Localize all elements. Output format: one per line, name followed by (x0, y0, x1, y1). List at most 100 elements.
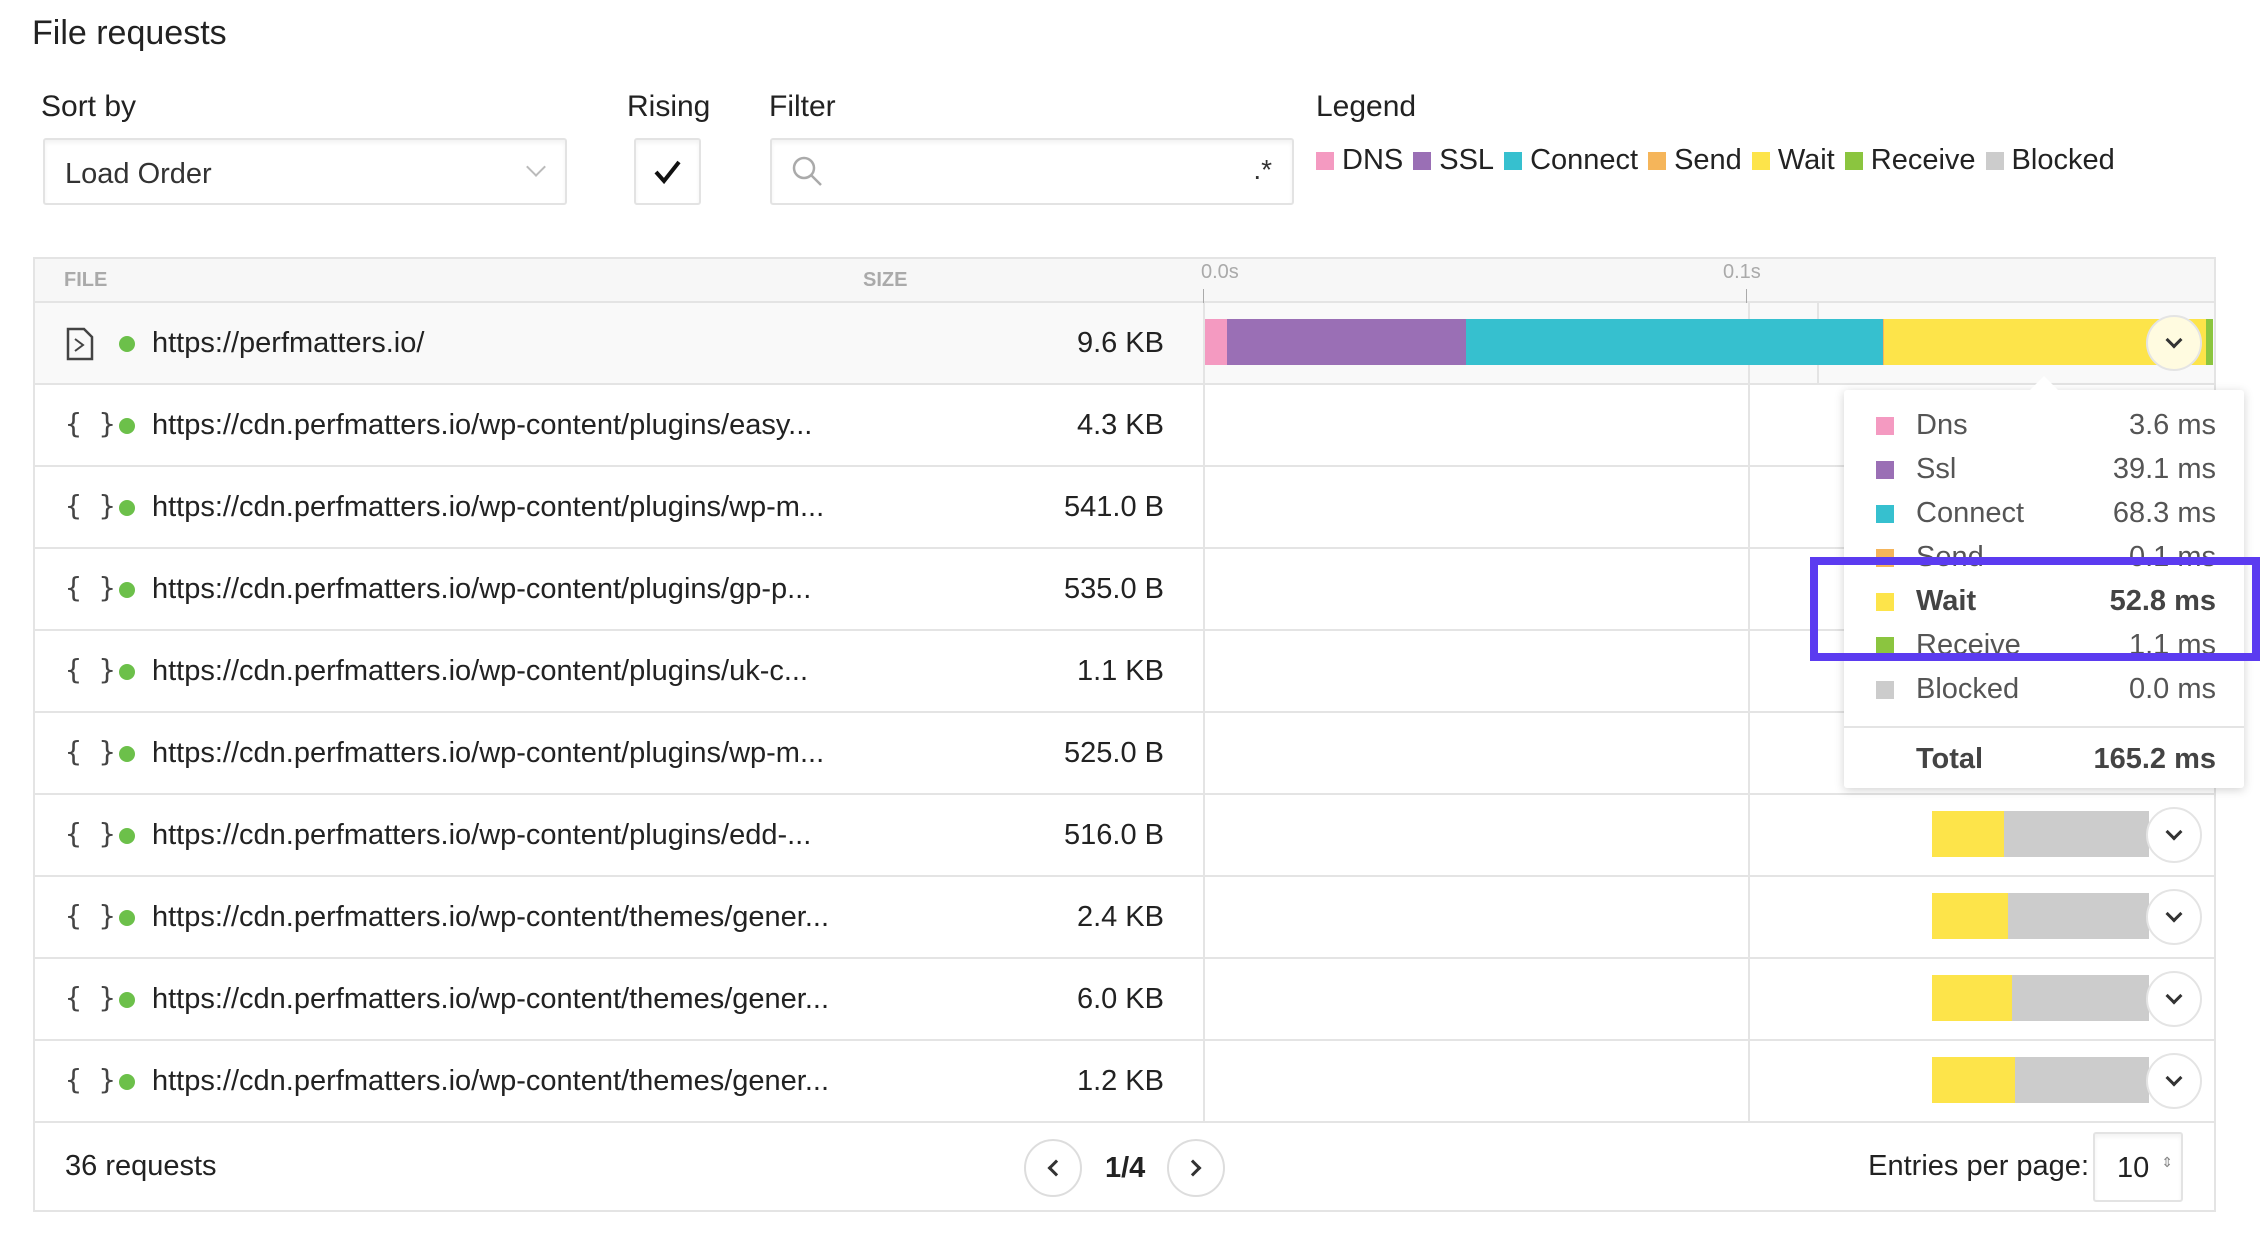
bar-segment-dns (1205, 319, 1227, 365)
rising-label: Rising (627, 90, 711, 123)
legend-label: Wait (1777, 144, 1835, 176)
status-dot (119, 1074, 135, 1090)
legend-item: DNS (1316, 144, 1403, 177)
prev-page-button[interactable] (1024, 1139, 1082, 1197)
timeline-cell (1203, 1041, 2216, 1121)
bar-segment-connect (1465, 319, 1884, 365)
entries-value: 10 (2117, 1152, 2150, 1184)
status-dot (119, 336, 135, 352)
filter-label: Filter (769, 90, 836, 123)
bar-segment-blocked (2011, 975, 2149, 1021)
file-size: 6.0 KB (1076, 983, 1164, 1015)
timing-bar[interactable] (1932, 1057, 2149, 1103)
entries-per-page-label: Entries per page: (1868, 1150, 2089, 1182)
file-url[interactable]: https://perfmatters.io/ (152, 327, 424, 360)
sort-by-value: Load Order (65, 158, 212, 190)
bar-segment-ssl (1226, 319, 1466, 365)
legend-item: Receive (1844, 144, 1976, 177)
expand-button[interactable] (2146, 315, 2202, 371)
column-size[interactable]: SIZE (863, 269, 907, 292)
timing-label: Dns (1916, 409, 1968, 441)
file-url[interactable]: https://cdn.perfmatters.io/wp-content/th… (152, 983, 829, 1016)
timeline-cell (1203, 303, 2216, 383)
checkmark-icon (654, 160, 681, 185)
chevron-down-icon (2165, 823, 2183, 841)
table-row[interactable]: { } https://cdn.perfmatters.io/wp-conten… (35, 877, 2214, 959)
entries-per-page-input[interactable]: 10 ⇕ (2093, 1132, 2183, 1202)
bar-segment-wait (1932, 893, 2009, 939)
file-size: 1.1 KB (1076, 655, 1164, 687)
file-url[interactable]: https://cdn.perfmatters.io/wp-content/pl… (152, 819, 811, 852)
timeline-cell (1203, 795, 2216, 875)
sort-by-label: Sort by (41, 90, 137, 123)
table-row[interactable]: { } https://cdn.perfmatters.io/wp-conten… (35, 959, 2214, 1041)
status-dot (119, 500, 135, 516)
legend-item: Blocked (1985, 144, 2115, 177)
swatch (1876, 461, 1894, 479)
file-size: 525.0 B (1064, 737, 1164, 769)
timing-bar[interactable] (1932, 975, 2149, 1021)
bar-segment-blocked (2014, 1057, 2149, 1103)
stepper-icon[interactable]: ⇕ (2161, 1154, 2173, 1171)
legend-swatch (1844, 151, 1863, 170)
tick-1: 0.1s (1723, 261, 1761, 283)
legend-item: SSL (1413, 144, 1494, 177)
filter-input[interactable]: .* (770, 138, 1294, 205)
file-url[interactable]: https://cdn.perfmatters.io/wp-content/th… (152, 1065, 829, 1098)
legend-label: Legend (1316, 90, 1417, 123)
expand-button[interactable] (2146, 807, 2202, 863)
legend-swatch (1751, 151, 1770, 170)
file-size: 4.3 KB (1076, 409, 1164, 441)
swatch (1876, 417, 1894, 435)
timing-bar[interactable] (1205, 319, 2214, 365)
column-file[interactable]: FILE (64, 269, 107, 292)
expand-button[interactable] (2146, 1053, 2202, 1109)
file-url[interactable]: https://cdn.perfmatters.io/wp-content/th… (152, 901, 829, 934)
legend-swatch (1985, 151, 2004, 170)
table-row[interactable]: https://perfmatters.io/ 9.6 KB (35, 303, 2214, 385)
file-url[interactable]: https://cdn.perfmatters.io/wp-content/pl… (152, 655, 808, 688)
file-url[interactable]: https://cdn.perfmatters.io/wp-content/pl… (152, 737, 824, 770)
timing-value: 0.0 ms (2128, 673, 2216, 705)
bar-segment-receive (2206, 319, 2214, 365)
legend-item: Send (1648, 144, 1742, 177)
file-url[interactable]: https://cdn.perfmatters.io/wp-content/pl… (152, 491, 824, 524)
file-size: 541.0 B (1064, 491, 1164, 523)
timing-value: 39.1 ms (2112, 453, 2216, 485)
status-dot (119, 664, 135, 680)
chevron-down-icon (2165, 331, 2183, 349)
status-dot (119, 992, 135, 1008)
table-row[interactable]: { } https://cdn.perfmatters.io/wp-conten… (35, 1041, 2214, 1123)
file-url[interactable]: https://cdn.perfmatters.io/wp-content/pl… (152, 573, 811, 606)
rising-checkbox[interactable] (634, 138, 701, 205)
status-dot (119, 910, 135, 926)
legend-label: Connect (1530, 144, 1639, 176)
total-value: 165.2 ms (2093, 743, 2216, 775)
expand-button[interactable] (2146, 971, 2202, 1027)
timing-label: Blocked (1916, 673, 2020, 705)
swatch (1876, 505, 1894, 523)
bar-segment-blocked (2004, 811, 2149, 857)
sort-by-select[interactable]: Load Order (43, 138, 567, 205)
timing-bar[interactable] (1932, 811, 2149, 857)
popover-row-dns: Dns 3.6 ms (1844, 404, 2244, 448)
popover-row-ssl: Ssl 39.1 ms (1844, 448, 2244, 492)
popover-row-connect: Connect 68.3 ms (1844, 492, 2244, 536)
next-page-button[interactable] (1167, 1139, 1225, 1197)
file-size: 9.6 KB (1076, 327, 1164, 359)
timing-value: 3.6 ms (2128, 409, 2216, 441)
file-size: 1.2 KB (1076, 1065, 1164, 1097)
table-row[interactable]: { } https://cdn.perfmatters.io/wp-conten… (35, 795, 2214, 877)
expand-button[interactable] (2146, 889, 2202, 945)
status-dot (119, 828, 135, 844)
request-count: 36 requests (65, 1150, 217, 1182)
timing-bar[interactable] (1932, 893, 2149, 939)
file-url[interactable]: https://cdn.perfmatters.io/wp-content/pl… (152, 409, 812, 442)
chevron-down-icon (2165, 905, 2183, 923)
legend-swatch (1316, 151, 1334, 170)
regex-indicator[interactable]: .* (1253, 154, 1272, 186)
highlight-box (1810, 557, 2260, 661)
total-label: Total (1916, 743, 1984, 775)
bar-segment-wait (1932, 1057, 2015, 1103)
table-header: FILE SIZE 0.0s 0.1s (35, 259, 2214, 303)
